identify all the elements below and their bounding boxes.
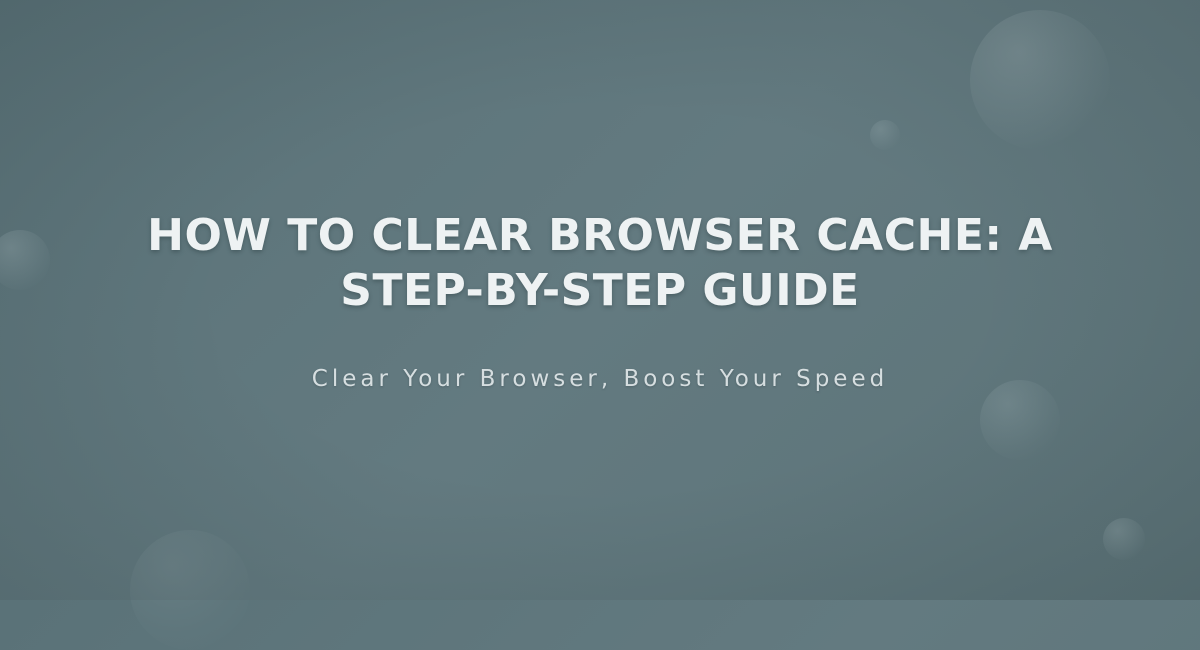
decorative-bubble xyxy=(870,120,900,150)
decorative-bubble xyxy=(980,380,1060,460)
page-subtitle: Clear Your Browser, Boost Your Speed xyxy=(312,366,888,392)
decorative-bubble xyxy=(970,10,1110,150)
decorative-bubble xyxy=(1103,518,1145,560)
decorative-bubble xyxy=(130,530,250,650)
page-title: HOW TO CLEAR BROWSER CACHE: A STEP-BY-ST… xyxy=(120,208,1080,318)
decorative-bubble xyxy=(0,230,50,290)
